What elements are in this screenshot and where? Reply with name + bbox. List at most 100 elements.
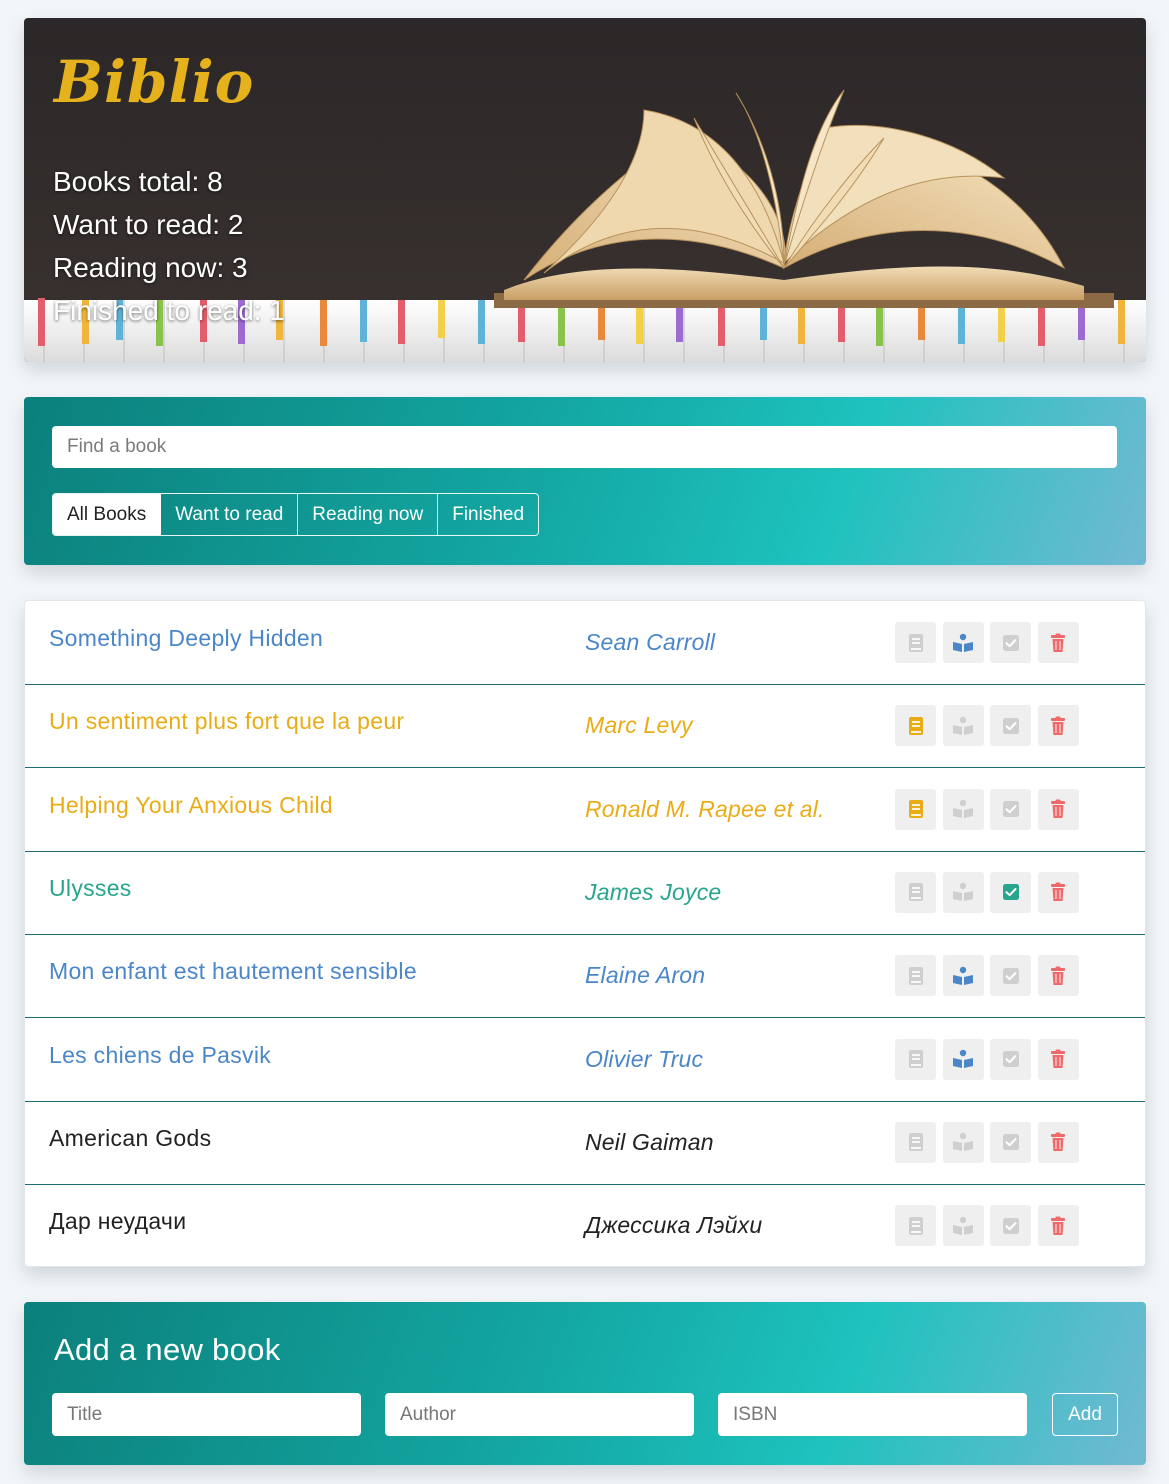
check-icon xyxy=(1002,967,1019,984)
book-row: Les chiens de Pasvik Olivier Truc xyxy=(25,1018,1145,1102)
delete-button[interactable] xyxy=(1037,955,1079,997)
book-actions xyxy=(895,1038,1085,1080)
reader-icon xyxy=(953,1133,973,1152)
brand-logo: Biblio xyxy=(54,48,255,116)
reading-now-button[interactable] xyxy=(942,871,984,913)
stat-reading: Reading now: 3 xyxy=(53,252,248,283)
finished-button[interactable] xyxy=(990,955,1031,997)
trash-icon xyxy=(1051,1049,1065,1068)
add-button[interactable]: Add xyxy=(1052,1393,1118,1436)
book-actions xyxy=(895,705,1085,747)
reader-icon xyxy=(953,966,973,985)
want-to-read-button[interactable] xyxy=(895,1121,936,1163)
book-title: Helping Your Anxious Child xyxy=(49,791,333,818)
book-row: Something Deeply Hidden Sean Carroll xyxy=(25,601,1145,685)
book-actions xyxy=(895,788,1085,830)
author-field[interactable] xyxy=(385,1393,694,1436)
check-icon xyxy=(1002,884,1019,901)
delete-button[interactable] xyxy=(1037,788,1079,830)
reader-icon xyxy=(953,1049,973,1068)
book-author: Elaine Aron xyxy=(585,962,706,989)
check-icon xyxy=(1002,1217,1019,1234)
finished-button[interactable] xyxy=(990,788,1031,830)
stat-want: Want to read: 2 xyxy=(53,209,244,240)
reading-now-button[interactable] xyxy=(942,1038,984,1080)
reader-icon xyxy=(953,1216,973,1235)
book-icon xyxy=(908,883,923,902)
finished-button[interactable] xyxy=(990,622,1031,663)
book-row: Дар неудачи Джессика Лэйхи xyxy=(25,1184,1145,1267)
delete-button[interactable] xyxy=(1037,622,1079,663)
reading-now-button[interactable] xyxy=(942,622,984,663)
want-to-read-button[interactable] xyxy=(895,788,936,830)
book-author: Olivier Truc xyxy=(585,1045,704,1072)
add-book-panel: Add a new book Add xyxy=(24,1302,1146,1465)
add-book-heading: Add a new book xyxy=(54,1332,281,1367)
reading-now-button[interactable] xyxy=(942,705,984,747)
want-to-read-button[interactable] xyxy=(895,622,936,663)
trash-icon xyxy=(1051,966,1065,985)
book-list: Something Deeply Hidden Sean Carroll Un se… xyxy=(24,600,1146,1267)
book-icon xyxy=(908,633,923,652)
book-title: Un sentiment plus fort que la peur xyxy=(49,708,405,735)
book-row: Un sentiment plus fort que la peur Marc L… xyxy=(25,684,1145,769)
finished-button[interactable] xyxy=(990,705,1031,747)
book-author: James Joyce xyxy=(585,878,722,905)
delete-button[interactable] xyxy=(1037,1121,1079,1163)
delete-button[interactable] xyxy=(1037,1205,1079,1247)
want-to-read-button[interactable] xyxy=(895,955,936,997)
book-row: Mon enfant est hautement sensible Elaine … xyxy=(25,934,1145,1019)
book-row: Ulysses James Joyce xyxy=(25,851,1145,935)
book-title: Les chiens de Pasvik xyxy=(49,1041,272,1068)
title-field[interactable] xyxy=(52,1393,361,1436)
check-icon xyxy=(1002,634,1019,651)
delete-button[interactable] xyxy=(1037,705,1079,747)
tab-reading-now[interactable]: Reading now xyxy=(298,494,439,535)
hero-banner: Biblio Books total: 8 Want to read: 2 Re… xyxy=(24,18,1146,362)
book-author: Neil Gaiman xyxy=(585,1128,714,1155)
book-actions xyxy=(895,955,1085,997)
check-icon xyxy=(1002,1134,1019,1151)
want-to-read-button[interactable] xyxy=(895,705,936,747)
trash-icon xyxy=(1051,1132,1065,1152)
book-actions xyxy=(895,622,1085,663)
trash-icon xyxy=(1051,633,1065,652)
finished-button[interactable] xyxy=(990,1038,1031,1080)
reader-icon xyxy=(953,799,973,819)
trash-icon xyxy=(1051,716,1065,735)
tab-all-books[interactable]: All Books xyxy=(53,494,162,535)
reading-now-button[interactable] xyxy=(942,1205,984,1247)
want-to-read-button[interactable] xyxy=(895,871,936,913)
reading-now-button[interactable] xyxy=(942,955,984,997)
book-title: Ulysses xyxy=(49,874,132,901)
delete-button[interactable] xyxy=(1037,871,1079,913)
trash-icon xyxy=(1051,1216,1065,1235)
book-author: Ronald M. Rapee et al. xyxy=(585,795,825,822)
trash-icon xyxy=(1051,882,1065,902)
book-title: Mon enfant est hautement sensible xyxy=(49,958,417,985)
delete-button[interactable] xyxy=(1037,1038,1079,1080)
book-icon xyxy=(908,966,923,985)
finished-button[interactable] xyxy=(990,1121,1031,1163)
book-icon xyxy=(908,1216,923,1235)
want-to-read-button[interactable] xyxy=(895,1205,936,1247)
stats-summary: Books total: 8 Want to read: 2 Reading n… xyxy=(53,160,285,332)
isbn-field[interactable] xyxy=(718,1393,1027,1436)
want-to-read-button[interactable] xyxy=(895,1038,936,1080)
tab-finished[interactable]: Finished xyxy=(438,494,538,535)
book-icon xyxy=(908,1050,923,1068)
book-title: American Gods xyxy=(49,1124,212,1151)
finished-button[interactable] xyxy=(990,871,1031,913)
check-icon xyxy=(1002,1051,1019,1067)
reading-now-button[interactable] xyxy=(942,788,984,830)
finished-button[interactable] xyxy=(990,1205,1031,1247)
book-icon xyxy=(908,800,923,819)
search-input[interactable] xyxy=(52,426,1117,468)
book-author: Джессика Лэйхи xyxy=(585,1212,763,1239)
tab-want-to-read[interactable]: Want to read xyxy=(161,494,299,535)
stat-finished: Finished to read: 1 xyxy=(53,295,285,326)
book-author: Sean Carroll xyxy=(585,629,716,655)
reading-now-button[interactable] xyxy=(942,1121,984,1163)
book-actions xyxy=(895,1205,1085,1247)
book-row: Helping Your Anxious Child Ronald M. Rape… xyxy=(25,768,1145,852)
